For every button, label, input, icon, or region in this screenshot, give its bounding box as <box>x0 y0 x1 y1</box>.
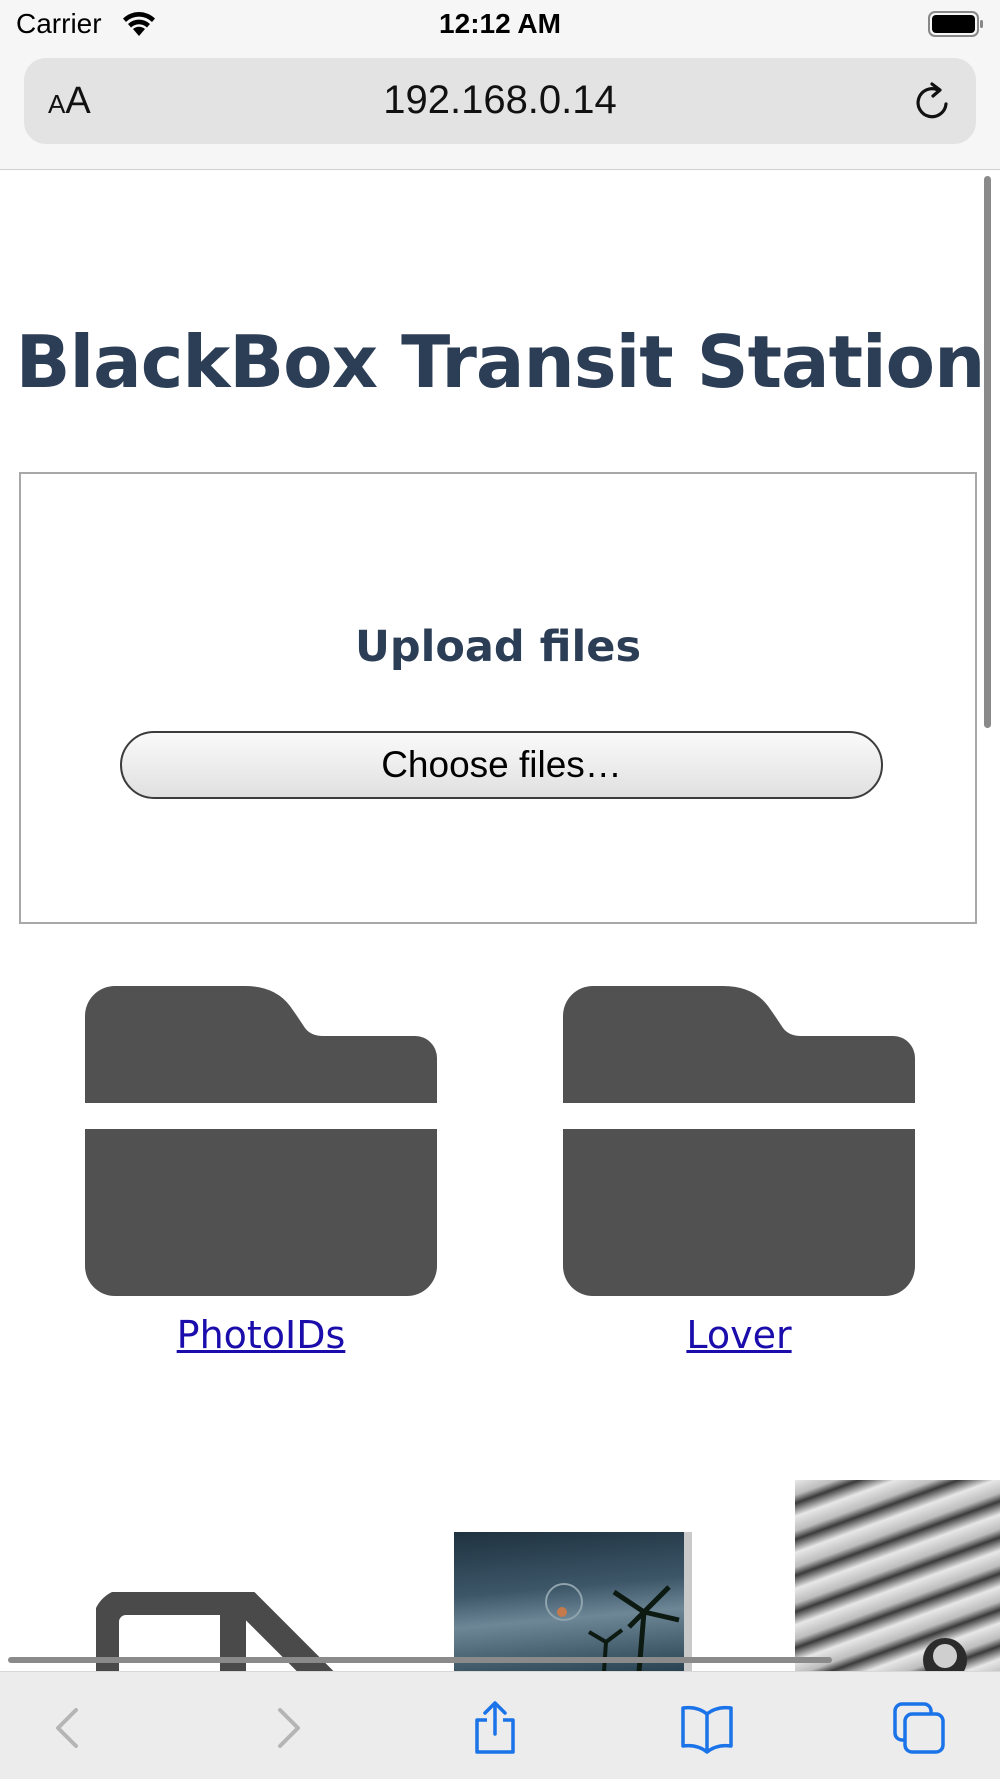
image-thumbnail[interactable] <box>454 1532 692 1672</box>
forward-button[interactable] <box>258 1700 314 1756</box>
folder-icon <box>85 986 437 1296</box>
browser-top-chrome: Carrier 12:12 AM AA 192.168.0.14 <box>0 0 1000 170</box>
url-text[interactable]: 192.168.0.14 <box>24 78 976 123</box>
share-button[interactable] <box>467 1700 523 1756</box>
tabs-button[interactable] <box>891 1700 947 1756</box>
upload-heading: Upload files <box>354 622 642 672</box>
folder-link-photoids[interactable]: PhotoIDs <box>85 1313 437 1357</box>
reload-icon[interactable] <box>912 80 954 124</box>
folder-icon <box>563 986 915 1296</box>
back-icon <box>56 1708 78 1748</box>
folder-lover[interactable] <box>563 986 915 1296</box>
status-time: 12:12 AM <box>439 8 561 39</box>
horizontal-scroll-indicator[interactable] <box>8 1657 832 1663</box>
address-bar[interactable]: AA 192.168.0.14 <box>24 58 976 144</box>
folder-link-lover[interactable]: Lover <box>563 1313 915 1357</box>
bookmarks-button[interactable] <box>679 1700 735 1756</box>
upload-panel: Upload files Choose files… <box>19 472 977 924</box>
choose-files-button[interactable]: Choose files… <box>120 731 883 799</box>
status-bar: Carrier 12:12 AM <box>0 0 1000 50</box>
rooftop-photo-image <box>923 1638 967 1672</box>
vertical-scroll-indicator[interactable] <box>984 176 991 728</box>
back-button[interactable] <box>42 1700 98 1756</box>
folder-photoids[interactable] <box>85 986 437 1296</box>
tabs-icon <box>893 1702 945 1754</box>
share-icon <box>475 1701 515 1754</box>
bookmarks-icon <box>681 1705 733 1754</box>
image-thumbnail[interactable] <box>795 1480 1000 1672</box>
page-title: BlackBox Transit Station <box>15 320 986 404</box>
browser-toolbar <box>0 1671 1000 1779</box>
forward-icon <box>278 1708 300 1748</box>
palm-trees-image <box>545 1532 692 1672</box>
battery-icon <box>928 11 983 37</box>
